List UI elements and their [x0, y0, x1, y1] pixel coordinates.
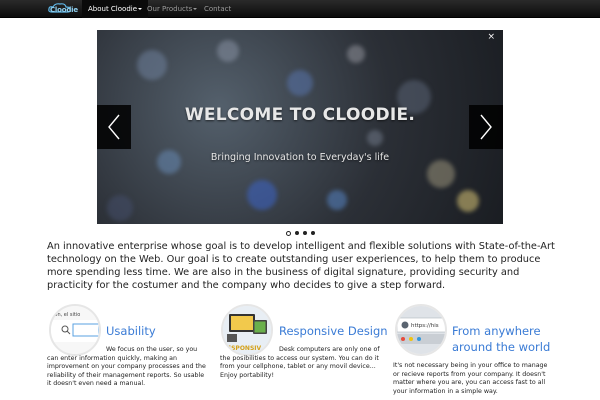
feature-usability-title: Usability — [106, 324, 156, 338]
chevron-left-icon — [108, 114, 120, 140]
carousel-indicator-3[interactable] — [302, 231, 307, 235]
carousel-indicator-4[interactable] — [310, 231, 315, 235]
hero-carousel: × WELCOME TO CLOODIE. Bringing Innovatio… — [97, 30, 503, 224]
feature-responsive-text: Desk computers are only one of the posib… — [220, 346, 380, 379]
carousel-prev-button[interactable] — [97, 105, 131, 149]
intro-paragraph: An innovative enterprise whose goal is t… — [47, 241, 555, 291]
carousel-next-button[interactable] — [469, 105, 503, 149]
bokeh-light — [367, 130, 383, 146]
nav-contact[interactable]: Contact — [198, 0, 237, 18]
brand-name[interactable]: Cloodie — [50, 6, 78, 14]
carousel-title: WELCOME TO CLOODIE. — [184, 105, 416, 125]
browser-illustration: https://his — [397, 306, 445, 354]
bokeh-light — [347, 45, 365, 63]
carousel-indicators — [0, 230, 600, 236]
bokeh-light — [137, 50, 167, 80]
nav-about-label: About Cloodie — [88, 5, 138, 13]
carousel-indicator-2[interactable] — [294, 231, 299, 235]
bokeh-light — [107, 195, 133, 221]
browser-address-image: https://his — [395, 304, 447, 356]
top-navbar: Cloodie About Cloodie Our Products Conta… — [0, 0, 600, 18]
nav-contact-label: Contact — [204, 5, 232, 13]
nav-products-label: Our Products — [147, 5, 193, 13]
nav-products[interactable]: Our Products — [141, 0, 203, 18]
carousel-subtitle: Bringing Innovation to Everyday's life — [210, 152, 390, 163]
usability-image-text: ion, el sitio — [53, 312, 80, 318]
bokeh-light — [217, 40, 239, 62]
bokeh-light — [247, 180, 277, 210]
bokeh-light — [457, 190, 479, 212]
chevron-down-icon — [193, 8, 198, 10]
carousel-close-button[interactable]: × — [487, 32, 495, 42]
bokeh-light — [427, 160, 455, 188]
feature-responsive-title: Responsive Design — [279, 324, 388, 338]
feature-anywhere-title: From anywhere around the world — [452, 324, 551, 354]
feature-anywhere-text: It's not necessary being in your office … — [393, 362, 548, 395]
bokeh-light — [287, 70, 313, 96]
chevron-right-icon — [480, 114, 492, 140]
nav-about[interactable]: About Cloodie — [82, 0, 149, 18]
bokeh-light — [327, 190, 347, 210]
feature-usability-text: We focus on the user, so you can enter i… — [47, 346, 206, 388]
browser-image-text: https://his — [411, 323, 439, 329]
carousel-indicator-1[interactable] — [285, 230, 291, 236]
